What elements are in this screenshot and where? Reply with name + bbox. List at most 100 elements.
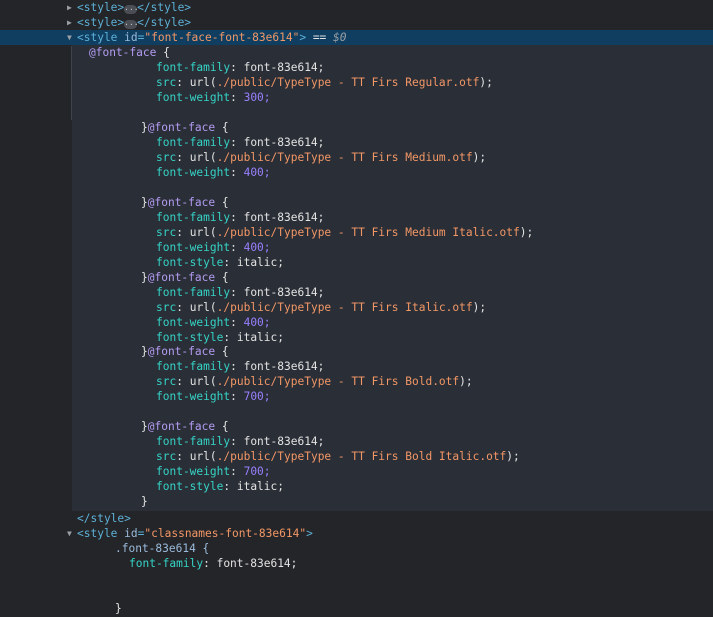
ellipsis-icon[interactable]: ··· [124,5,139,14]
font-face-rule-header: @font-face { [0,45,713,60]
css-value: font-83e614; [243,211,325,224]
css-property: font-family [156,435,231,448]
ellipsis-icon[interactable]: ··· [124,20,139,29]
open-brace: { [215,420,229,433]
url-end: ); [519,226,534,239]
src-decl: src: url(./public/TypeType - TT Firs Reg… [156,76,493,89]
css-number: 300; [243,91,271,104]
css-property: src [156,375,177,388]
tag-open: <style [77,527,118,540]
at-rule: @font-face [147,420,216,433]
src-decl: src: url(./public/TypeType - TT Firs Bol… [156,375,473,388]
css-number: 700; [243,465,271,478]
src-decl: src: url(./public/TypeType - TT Firs Bol… [156,450,520,463]
css-property: src [156,226,177,239]
font-url: ./public/TypeType - TT Firs Medium Itali… [216,226,520,239]
font-weight-decl: font-weight: 300; [156,91,271,104]
closing-brace: } [141,271,148,284]
css-number: 400; [243,241,271,254]
url-fn: url( [189,76,217,89]
at-rule: @font-face [147,196,216,209]
open-brace: { [215,271,229,284]
css-property: src [156,151,177,164]
css-value: font-83e614; [243,61,325,74]
font-face-rule-header: }@font-face { [0,270,713,285]
css-property: font-weight [156,91,231,104]
css-property: font-weight [156,316,231,329]
tag-close: </style> [77,512,131,525]
font-weight-decl: font-weight: 400; [156,166,271,179]
css-property: font-family [156,61,231,74]
url-end: ); [472,151,487,164]
css-property: font-style [156,331,224,344]
css-value: italic; [236,480,284,493]
css-value: italic; [236,256,284,269]
css-number: 700; [243,390,271,403]
at-rule: @font-face [147,271,216,284]
css-property: font-family [156,360,231,373]
css-property: font-family [156,136,231,149]
at-rule: @font-face [147,121,216,134]
url-fn: url( [189,226,217,239]
open-brace: { [156,46,170,59]
url-fn: url( [189,450,217,463]
css-selector: .font-83e614 { [115,542,210,555]
attr-name: id [124,31,138,44]
tag-open: <style> [77,1,125,14]
css-class-decl-line: font-family: font-83e614; [129,557,298,570]
dom-node-style-font-face[interactable]: <style id="font-face-font-83e614"> == $0 [0,30,713,45]
dom-node-close-style[interactable]: </style> [0,511,713,526]
font-family-decl: font-family: font-83e614; [156,61,325,74]
url-fn: url( [189,151,217,164]
tag-open: <style [77,31,118,44]
attr-value: "classnames-font-83e614" [144,527,307,540]
css-property: font-style [156,256,224,269]
css-value: font-83e614; [243,360,325,373]
font-style-decl: font-style: italic; [156,480,284,493]
closing-brace: } [141,196,148,209]
css-value: italic; [236,331,284,344]
closing-brace: } [141,121,148,134]
url-end: ); [472,301,487,314]
src-decl: src: url(./public/TypeType - TT Firs Ita… [156,301,487,314]
font-family-decl: font-family: font-83e614; [156,360,325,373]
closing-brace: } [141,495,148,508]
url-end: ); [506,450,520,463]
dom-node-style-2[interactable]: <style>···</style> [0,15,713,30]
css-number: 400; [243,316,271,329]
tag-close: </style> [137,1,192,14]
font-face-rule-header: }@font-face { [0,195,713,210]
open-brace: { [215,121,229,134]
tag-open: <style> [77,16,125,29]
open-brace: { [215,345,229,358]
css-property: font-weight [156,166,231,179]
font-weight-decl: font-weight: 700; [156,390,271,403]
font-style-decl: font-style: italic; [156,256,284,269]
dom-node-style-1[interactable]: <style>···</style> [0,0,713,15]
src-decl: src: url(./public/TypeType - TT Firs Med… [156,151,487,164]
url-fn: url( [189,301,217,314]
url-end: ); [479,76,493,89]
font-url: ./public/TypeType - TT Firs Bold.otf [216,375,460,388]
css-property: font-family [156,286,231,299]
css-value: font-83e614; [216,557,298,570]
css-property: font-weight [156,390,231,403]
src-decl: src: url(./public/TypeType - TT Firs Med… [156,226,534,239]
font-url: ./public/TypeType - TT Firs Medium.otf [216,151,473,164]
dom-node-style-classnames[interactable]: <style id="classnames-font-83e614"> [0,526,713,541]
css-value: font-83e614; [243,286,325,299]
at-rule: @font-face [147,345,216,358]
css-class-selector-line: .font-83e614 { [0,541,713,556]
css-property: src [156,76,177,89]
attr-name: id [124,527,138,540]
font-face-rule-header: }@font-face { [0,344,713,359]
font-url: ./public/TypeType - TT Firs Italic.otf [216,301,473,314]
open-brace: { [215,196,229,209]
font-style-decl: font-style: italic; [156,331,284,344]
css-property: font-family [129,557,204,570]
font-family-decl: font-family: font-83e614; [156,136,325,149]
font-family-decl: font-family: font-83e614; [156,435,325,448]
css-property: font-style [156,480,224,493]
font-family-decl: font-family: font-83e614; [156,286,325,299]
url-fn: url( [189,375,217,388]
